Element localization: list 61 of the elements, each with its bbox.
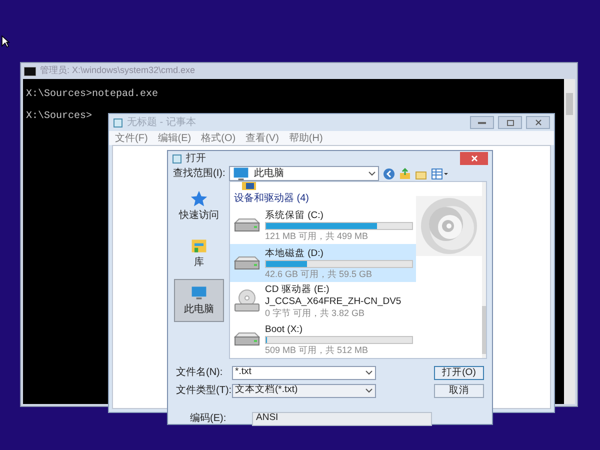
console-line: X:\Sources> <box>26 111 92 123</box>
open-button[interactable]: 打开(O) <box>434 366 484 380</box>
encoding-label: 编码(E): <box>190 412 228 426</box>
menu-item[interactable]: 编辑(E) <box>158 130 192 146</box>
free-space: 121 MB 可用，共 499 MB <box>265 230 370 240</box>
maximize-button[interactable] <box>498 116 522 129</box>
dialog-icon <box>172 154 182 164</box>
close-icon <box>470 155 478 162</box>
mouse-cursor-icon <box>1 35 10 48</box>
dropdown-icon <box>368 170 376 176</box>
menu-item[interactable]: 格式(O) <box>201 130 236 146</box>
free-space: 509 MB 可用，共 512 MB <box>265 344 370 354</box>
dropdown-icon <box>365 388 373 394</box>
drive-icon <box>233 218 261 232</box>
up-folder-icon[interactable] <box>399 168 412 180</box>
free-space: 0 字节 可用，共 3.82 GB <box>265 308 366 318</box>
computer-icon <box>190 284 208 302</box>
drive-name: Boot (X:) <box>265 324 304 334</box>
dialog-title: 打开 <box>186 152 206 166</box>
library-icon <box>190 237 208 255</box>
computer-icon <box>232 164 250 182</box>
back-icon[interactable] <box>383 168 396 180</box>
file-name-field[interactable]: *.txt <box>232 366 376 380</box>
cancel-button[interactable]: 取消 <box>434 384 484 398</box>
volume-label: J_CCSA_X64FRE_ZH-CN_DV5 <box>265 296 402 307</box>
drive-name: CD 驱动器 (E:) <box>265 284 330 295</box>
drive-name: 本地磁盘 (D:) <box>265 248 324 258</box>
close-icon <box>534 119 542 126</box>
place-item[interactable]: 库 <box>174 232 224 275</box>
drive-item[interactable]: 本地磁盘 (D:) 42.6 GB 可用，共 59.5 GB <box>230 244 416 282</box>
file-name-label: 文件名(N): <box>176 366 224 380</box>
console-icon <box>24 66 36 76</box>
menu-item[interactable]: 文件(F) <box>115 130 148 146</box>
place-item[interactable]: 快速访问 <box>174 185 224 228</box>
encoding-dropdown[interactable]: ANSI <box>252 412 432 426</box>
drive-icon <box>233 256 261 270</box>
dropdown-icon <box>365 370 373 376</box>
drive-item[interactable]: Boot (X:) 509 MB 可用，共 512 MB <box>230 320 416 358</box>
minimize-button[interactable] <box>470 116 494 129</box>
folder-icon <box>242 182 256 190</box>
view-menu-icon[interactable] <box>431 168 450 180</box>
free-space: 42.6 GB 可用，共 59.5 GB <box>265 268 374 278</box>
look-in-dropdown[interactable]: 此电脑 <box>229 166 380 181</box>
console-line: X:\Sources>notepad.exe <box>26 89 158 101</box>
drive-item[interactable]: CD 驱动器 (E:) J_CCSA_X64FRE_ZH-CN_DV5 0 字节 可用，共 3.82 GB <box>230 282 416 320</box>
place-item[interactable]: 此电脑 <box>174 279 224 322</box>
window-title: 管理员: X:\windows\system32\cmd.exe <box>40 64 196 78</box>
window-title: 无标题 - 记事本 <box>127 116 196 130</box>
star-icon <box>190 190 208 208</box>
drive-name: 系统保留 (C:) <box>265 210 324 220</box>
group-header: 设备和驱动器 (4) <box>233 192 310 206</box>
close-button[interactable] <box>460 152 488 165</box>
drive-item[interactable]: 系统保留 (C:) 121 MB 可用，共 499 MB <box>230 206 416 244</box>
menu-item[interactable]: 帮助(H) <box>288 130 323 146</box>
close-button[interactable] <box>526 116 550 129</box>
notepad-icon <box>113 118 123 128</box>
file-type-dropdown[interactable]: 文本文档(*.txt) <box>232 384 376 398</box>
drive-icon <box>233 332 261 346</box>
look-in-label: 查找范围(I): <box>173 166 226 181</box>
cd-drive-icon <box>233 289 261 313</box>
menu-item[interactable]: 查看(V) <box>246 130 279 146</box>
